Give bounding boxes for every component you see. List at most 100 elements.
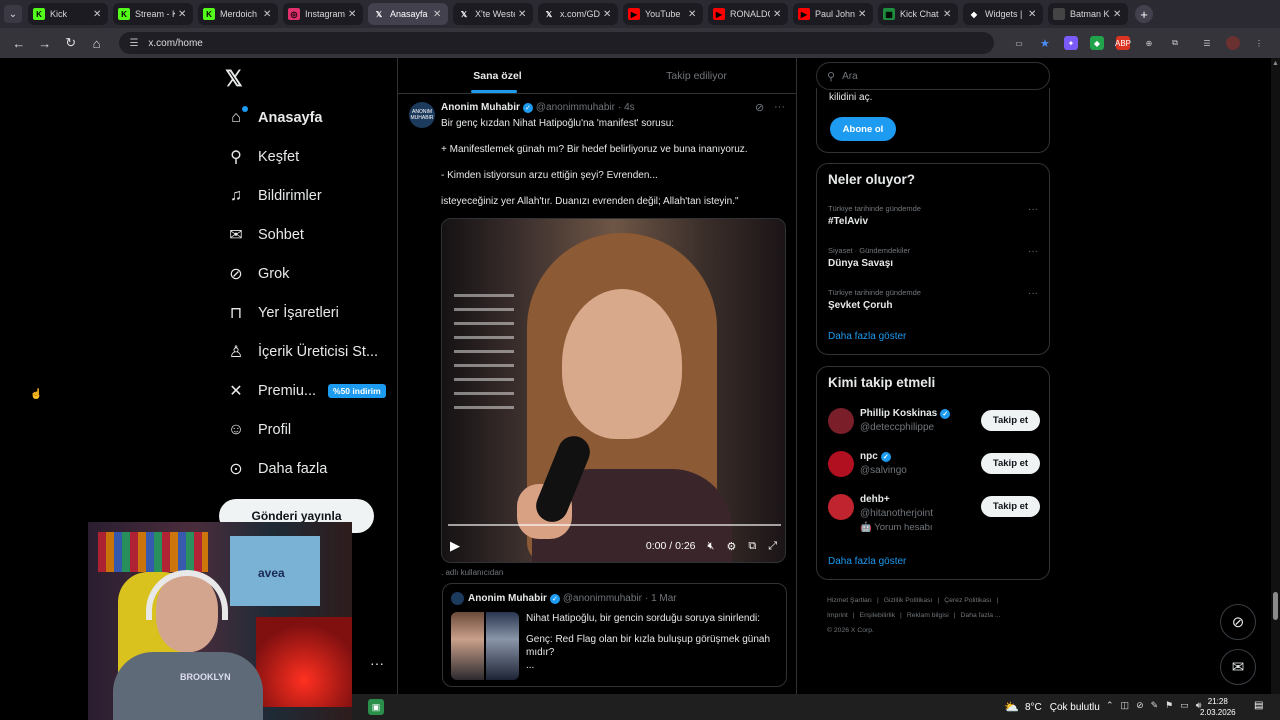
trend-item[interactable]: Türkiye tarihinde gündemde #TelAviv ···: [828, 204, 1038, 227]
trend-more-icon[interactable]: ···: [1028, 204, 1038, 215]
settings-gear-icon[interactable]: ⚙: [726, 540, 736, 553]
trend-item[interactable]: Türkiye tarihinde gündemde Şevket Çoruh ··…: [828, 288, 1038, 311]
nav-item-search[interactable]: ⚲ Keşfet: [226, 137, 386, 176]
site-info-icon[interactable]: ☰: [129, 38, 138, 49]
bookmark-star-icon[interactable]: ★: [1038, 36, 1052, 50]
extension-icon[interactable]: ✦: [1063, 36, 1078, 50]
avatar[interactable]: [828, 408, 854, 434]
video-progress-bar[interactable]: [448, 524, 781, 526]
footer-link[interactable]: © 2026 X Corp.: [827, 627, 874, 634]
tab-close-icon[interactable]: ✕: [1113, 9, 1123, 20]
notification-icon[interactable]: ▤: [1254, 700, 1263, 711]
trend-more-icon[interactable]: ···: [1028, 246, 1038, 257]
scrollbar-thumb[interactable]: [1273, 592, 1278, 620]
footer-link[interactable]: Çerez Politikası: [944, 597, 991, 604]
reload-icon[interactable]: ↻: [60, 32, 82, 54]
tab-close-icon[interactable]: ✕: [603, 9, 613, 20]
tweet-more-icon[interactable]: ···: [774, 101, 785, 113]
tab-close-icon[interactable]: ✕: [93, 9, 103, 20]
nav-item-grok[interactable]: ⊘ Grok: [226, 254, 386, 293]
browser-tab[interactable]: ▶ RONALDO✕: [708, 3, 788, 25]
follow-name[interactable]: npc ✓: [860, 451, 894, 462]
browser-tab[interactable]: ◆ Widgets | ✕: [963, 3, 1043, 25]
browser-tab[interactable]: ▦ Kick Chat ✕: [878, 3, 958, 25]
shield-icon[interactable]: ◆: [1089, 36, 1104, 50]
scroll-up-icon[interactable]: ▲: [1272, 60, 1279, 67]
tab-for-you[interactable]: Sana özel: [398, 58, 597, 93]
taskbar-app-icon[interactable]: ▣: [368, 699, 384, 715]
fullscreen-icon[interactable]: ⤢: [768, 540, 777, 553]
footer-link[interactable]: Hizmet Şartları: [827, 597, 872, 604]
new-tab-button[interactable]: +: [1135, 5, 1153, 23]
tweet-author[interactable]: Anonim Muhabir: [441, 102, 520, 113]
footer-link[interactable]: Imprint: [827, 612, 848, 619]
page-scrollbar[interactable]: ▲: [1271, 58, 1280, 694]
browser-tab[interactable]: ▶ Paul Johns✕: [793, 3, 873, 25]
follow-button[interactable]: Takip et: [981, 410, 1040, 431]
follow-name[interactable]: Phillip Koskinas ✓: [860, 408, 953, 419]
tweet-video[interactable]: ▶ 0:00 / 0:26 🔇︎ ⚙ ⧉ ⤢: [441, 218, 786, 563]
mute-icon[interactable]: 🔇︎: [708, 540, 715, 553]
nav-item-profile[interactable]: ☺ Profil: [226, 410, 386, 449]
footer-link[interactable]: Reklam bilgisi: [907, 612, 949, 619]
nav-item-mail[interactable]: ✉ Sohbet: [226, 215, 386, 254]
x-logo-icon[interactable]: 𝕏: [225, 66, 243, 92]
tab-close-icon[interactable]: ✕: [348, 9, 358, 20]
browser-tab[interactable]: K Merdoich ✕: [198, 3, 278, 25]
browser-tab[interactable]: Batman K ✕: [1048, 3, 1128, 25]
tab-close-icon[interactable]: ✕: [433, 9, 443, 20]
follow-button[interactable]: Takip et: [981, 453, 1040, 474]
browser-tab[interactable]: 𝕏 X'te Weste ✕: [453, 3, 533, 25]
who-show-more[interactable]: Daha fazla göster: [828, 556, 906, 567]
tweet-avatar[interactable]: ANONIM MUHABIR: [409, 102, 435, 128]
network-icon[interactable]: ▭: [1180, 700, 1189, 711]
footer-link[interactable]: Gizlilik Politikası: [884, 597, 933, 604]
tray-app-icon[interactable]: ⊘: [1136, 700, 1144, 711]
home-button-icon[interactable]: ⌂: [86, 32, 108, 54]
messages-fab-icon[interactable]: ✉: [1220, 649, 1256, 685]
avatar[interactable]: [828, 494, 854, 520]
nav-item-x-premium[interactable]: ✕ Premiu... %50 indirim: [226, 371, 386, 410]
tab-close-icon[interactable]: ✕: [688, 9, 698, 20]
tab-close-icon[interactable]: ✕: [263, 9, 273, 20]
tab-close-icon[interactable]: ✕: [773, 9, 783, 20]
tweet-handle[interactable]: @anonimmuhabir: [536, 102, 615, 113]
tab-close-icon[interactable]: ✕: [1028, 9, 1038, 20]
nav-item-more-circle[interactable]: ⊙ Daha fazla: [226, 449, 386, 488]
follow-suggestion[interactable]: npc ✓ @salvingo Takip et: [828, 451, 1040, 491]
taskbar-clock[interactable]: 21:28 2.03.2026: [1200, 696, 1236, 718]
browser-tab[interactable]: 𝕏x.com/GD ✕: [538, 3, 618, 25]
adblock-icon[interactable]: ABP: [1115, 36, 1131, 50]
play-icon[interactable]: ▶: [450, 538, 460, 554]
browser-tab[interactable]: K Stream - K ✕: [113, 3, 193, 25]
weather-widget[interactable]: ⛅ 8°C Çok bulutlu: [1004, 700, 1100, 714]
puzzle-icon[interactable]: ⧉: [1168, 36, 1182, 50]
tray-app-icon[interactable]: ◫: [1121, 700, 1130, 711]
cast-icon[interactable]: ▭: [1012, 36, 1026, 50]
tab-list-button[interactable]: ⌄: [4, 5, 22, 23]
browser-tab[interactable]: ◎ Instagram ✕: [283, 3, 363, 25]
tab-close-icon[interactable]: ✕: [518, 9, 528, 20]
quoted-tweet[interactable]: Anonim Muhabir ✓ @anonimmuhabir · 1 Mar …: [442, 583, 787, 687]
quote-avatar[interactable]: [451, 592, 464, 605]
browser-tab[interactable]: ▶ YouTube ✕: [623, 3, 703, 25]
nav-item-bell[interactable]: ♫ Bildirimler: [226, 176, 386, 215]
reading-list-icon[interactable]: ☰: [1200, 36, 1214, 50]
trends-show-more[interactable]: Daha fazla göster: [828, 331, 906, 342]
quote-thumbnail[interactable]: [451, 612, 519, 680]
quote-author[interactable]: Anonim Muhabir: [468, 593, 547, 604]
tab-close-icon[interactable]: ✕: [178, 9, 188, 20]
tray-app-icon[interactable]: ⚑: [1165, 700, 1173, 711]
nav-item-bookmark[interactable]: ⊓ Yer İşaretleri: [226, 293, 386, 332]
tab-following[interactable]: Takip ediliyor: [597, 58, 796, 93]
tray-app-icon[interactable]: ✎: [1151, 700, 1159, 711]
forward-icon[interactable]: →: [34, 32, 56, 54]
avatar[interactable]: [828, 451, 854, 477]
nav-item-home[interactable]: ⌂ Anasayfa: [226, 98, 386, 137]
browser-tab[interactable]: K Kick ✕: [28, 3, 108, 25]
follow-suggestion[interactable]: dehb+ @hitanotherjoint 🤖 Yorum hesabı Takip…: [828, 494, 1040, 534]
follow-suggestion[interactable]: Phillip Koskinas ✓ @deteccphilippe Takip et: [828, 408, 1040, 448]
extension-icon[interactable]: ⊕: [1142, 36, 1156, 50]
follow-button[interactable]: Takip et: [981, 496, 1040, 517]
pip-icon[interactable]: ⧉: [748, 540, 756, 553]
